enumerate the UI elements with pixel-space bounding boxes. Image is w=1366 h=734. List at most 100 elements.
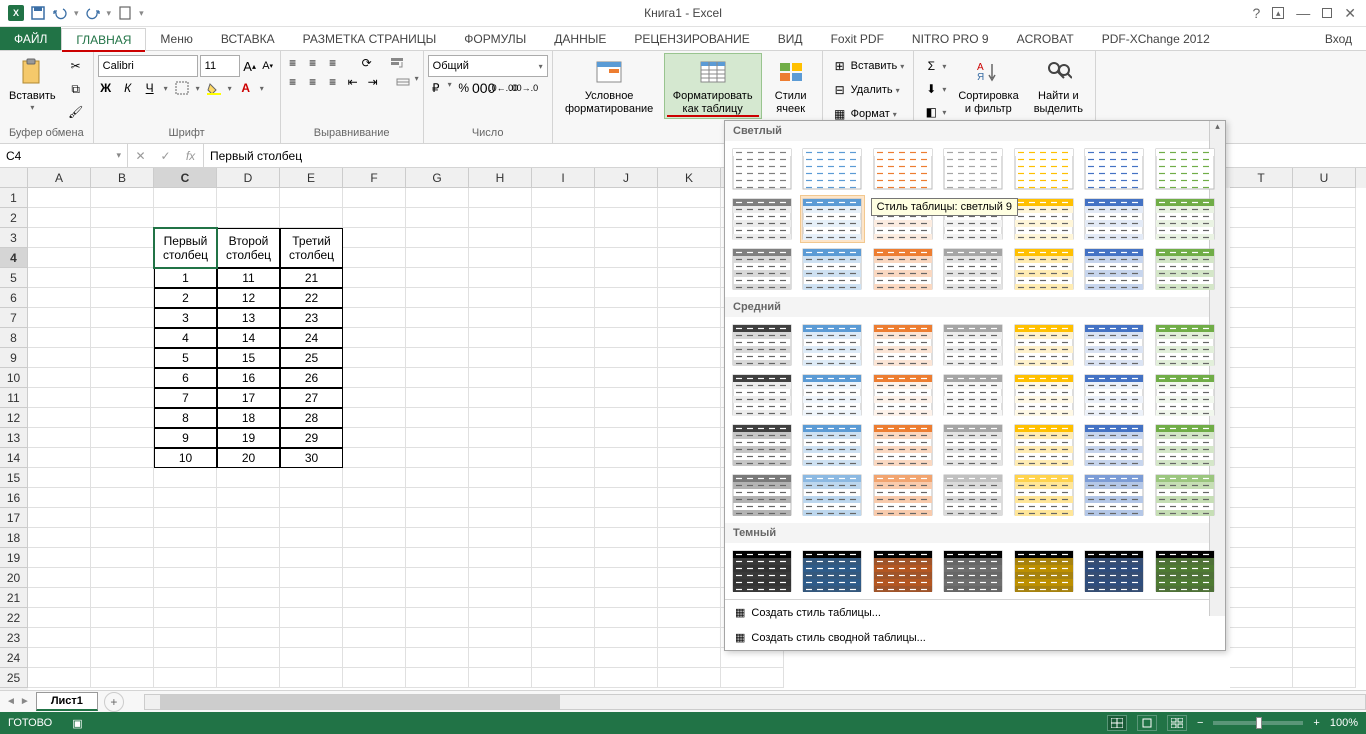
cell[interactable] xyxy=(532,628,595,648)
cell[interactable] xyxy=(91,508,154,528)
cell[interactable] xyxy=(154,608,217,628)
cell[interactable] xyxy=(532,428,595,448)
cell[interactable] xyxy=(595,388,658,408)
table-style-option[interactable] xyxy=(870,321,935,369)
cell[interactable] xyxy=(532,648,595,668)
cell[interactable] xyxy=(343,468,406,488)
cell[interactable] xyxy=(280,488,343,508)
cell[interactable] xyxy=(532,248,595,268)
tab-home[interactable]: ГЛАВНАЯ xyxy=(61,28,146,51)
table-style-option[interactable] xyxy=(729,245,794,293)
cut-button[interactable]: ✂ xyxy=(63,55,89,77)
row-header[interactable]: 12 xyxy=(0,408,28,428)
tab-view[interactable]: ВИД xyxy=(764,27,817,50)
maximize-icon[interactable] xyxy=(1322,8,1332,18)
cell[interactable] xyxy=(343,488,406,508)
table-style-option[interactable]: Стиль таблицы: светлый 9 xyxy=(800,195,865,243)
column-header[interactable]: F xyxy=(343,168,406,188)
undo-icon[interactable] xyxy=(52,5,68,21)
autosum-button[interactable]: Σ▾ xyxy=(918,55,951,77)
cell[interactable] xyxy=(1230,248,1293,268)
cell[interactable] xyxy=(280,628,343,648)
cell[interactable]: 10 xyxy=(154,448,217,468)
cell[interactable] xyxy=(1230,548,1293,568)
cell[interactable]: 13 xyxy=(217,308,280,328)
cell[interactable] xyxy=(1230,428,1293,448)
cell[interactable] xyxy=(469,548,532,568)
cell[interactable] xyxy=(1230,528,1293,548)
table-style-option[interactable] xyxy=(800,547,865,595)
cell[interactable] xyxy=(469,588,532,608)
cell[interactable] xyxy=(658,248,721,268)
cell[interactable] xyxy=(595,188,658,208)
cell[interactable] xyxy=(595,608,658,628)
shrink-font-icon[interactable]: A▾ xyxy=(260,58,276,74)
underline-button[interactable]: Ч xyxy=(142,80,158,96)
name-box[interactable]: ▾ xyxy=(0,144,128,167)
cell[interactable] xyxy=(469,488,532,508)
cell[interactable] xyxy=(406,268,469,288)
table-style-option[interactable] xyxy=(800,321,865,369)
align-right-icon[interactable]: ≡ xyxy=(325,74,341,90)
cell[interactable] xyxy=(1293,548,1356,568)
cell[interactable] xyxy=(28,228,91,248)
cell[interactable]: Первый столбец xyxy=(154,228,217,268)
table-style-option[interactable] xyxy=(870,421,935,469)
cell[interactable] xyxy=(1293,448,1356,468)
cell[interactable] xyxy=(1230,188,1293,208)
table-style-option[interactable] xyxy=(729,321,794,369)
cell[interactable] xyxy=(469,568,532,588)
cell[interactable] xyxy=(280,468,343,488)
column-header[interactable]: U xyxy=(1293,168,1356,188)
cell[interactable] xyxy=(406,528,469,548)
cell[interactable] xyxy=(154,508,217,528)
cell[interactable] xyxy=(469,448,532,468)
cell[interactable] xyxy=(91,548,154,568)
cell[interactable] xyxy=(91,328,154,348)
tab-nitro[interactable]: NITRO PRO 9 xyxy=(898,27,1003,50)
cell[interactable] xyxy=(343,608,406,628)
orientation-icon[interactable]: ⟳ xyxy=(359,55,375,71)
table-style-option[interactable] xyxy=(941,547,1006,595)
table-style-option[interactable] xyxy=(1011,145,1076,193)
cell[interactable] xyxy=(406,388,469,408)
cell[interactable] xyxy=(91,408,154,428)
cell[interactable] xyxy=(721,648,784,668)
cell[interactable] xyxy=(280,648,343,668)
cell[interactable] xyxy=(1230,368,1293,388)
cell[interactable] xyxy=(28,448,91,468)
cell[interactable] xyxy=(280,208,343,228)
cell[interactable] xyxy=(595,308,658,328)
cell[interactable]: 4 xyxy=(154,328,217,348)
zoom-out-icon[interactable]: − xyxy=(1197,717,1203,729)
column-header[interactable]: H xyxy=(469,168,532,188)
cell[interactable] xyxy=(406,408,469,428)
cell[interactable] xyxy=(469,368,532,388)
cell[interactable]: 20 xyxy=(217,448,280,468)
cell[interactable] xyxy=(532,468,595,488)
cell[interactable] xyxy=(1230,328,1293,348)
cell[interactable] xyxy=(658,188,721,208)
column-header[interactable]: B xyxy=(91,168,154,188)
row-header[interactable]: 6 xyxy=(0,288,28,308)
cell[interactable] xyxy=(595,648,658,668)
cell[interactable] xyxy=(532,588,595,608)
cell[interactable] xyxy=(469,648,532,668)
minimize-icon[interactable]: — xyxy=(1296,5,1310,21)
table-style-option[interactable] xyxy=(1082,547,1147,595)
cell[interactable] xyxy=(658,308,721,328)
cell[interactable] xyxy=(532,348,595,368)
cell[interactable] xyxy=(1293,508,1356,528)
cell[interactable] xyxy=(1230,668,1293,688)
cell[interactable] xyxy=(532,268,595,288)
table-style-option[interactable] xyxy=(1082,471,1147,519)
cell[interactable] xyxy=(532,668,595,688)
table-style-option[interactable] xyxy=(800,421,865,469)
cell[interactable] xyxy=(1230,348,1293,368)
cell[interactable] xyxy=(91,388,154,408)
row-header[interactable]: 7 xyxy=(0,308,28,328)
cell[interactable] xyxy=(1293,628,1356,648)
cell[interactable] xyxy=(532,328,595,348)
enter-formula-icon[interactable]: ✓ xyxy=(153,149,178,163)
cell[interactable] xyxy=(1230,448,1293,468)
